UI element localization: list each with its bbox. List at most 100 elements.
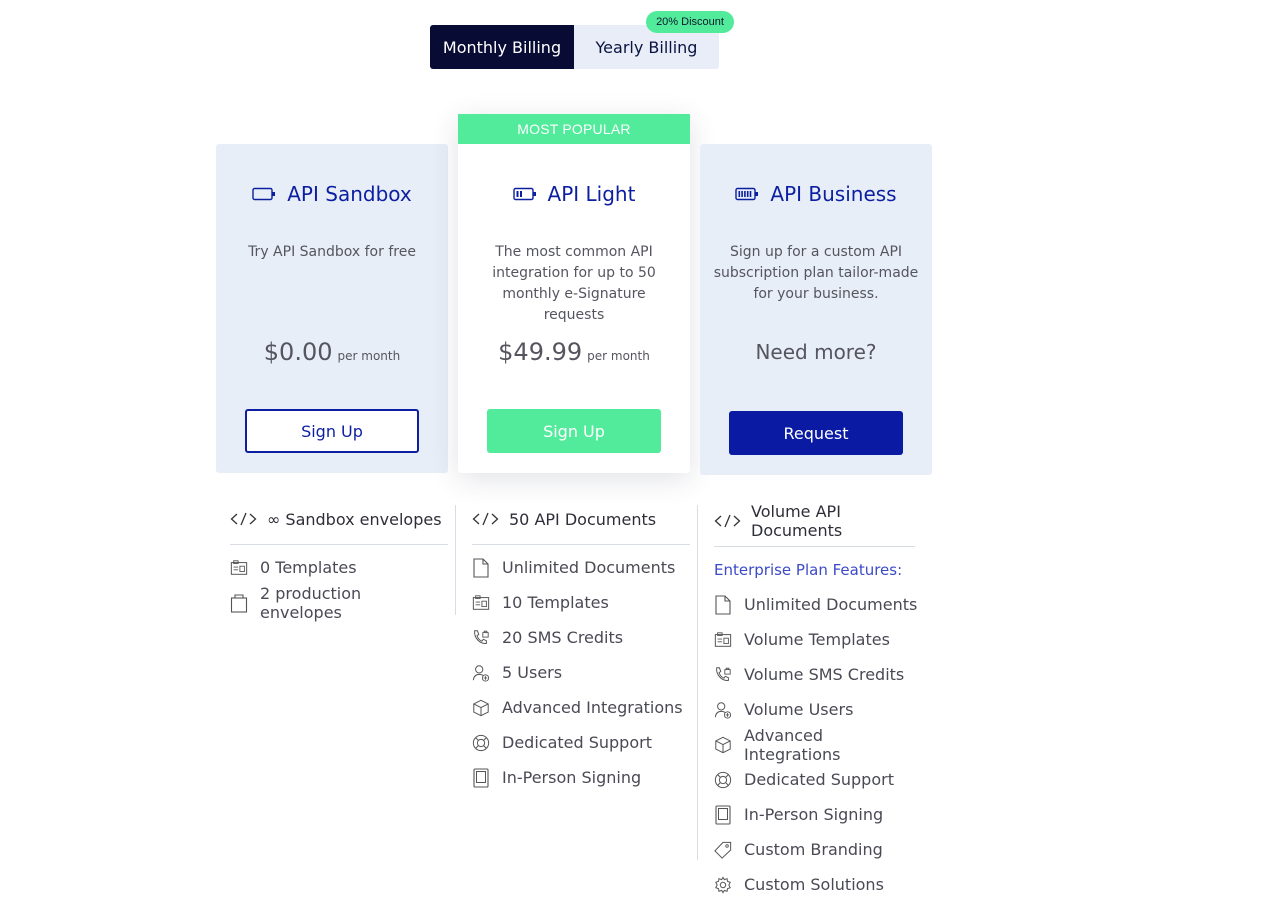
plan-card-light: MOST POPULAR API Light The most common A… bbox=[458, 114, 690, 473]
discount-badge: 20% Discount bbox=[646, 11, 734, 33]
plan-description: The most common API integration for up t… bbox=[492, 244, 656, 323]
battery-empty-icon bbox=[252, 184, 276, 204]
list-item: Volume Templates bbox=[714, 622, 924, 657]
feature-headline-text: 50 API Documents bbox=[509, 509, 657, 529]
feature-label: Unlimited Documents bbox=[744, 595, 918, 614]
divider bbox=[714, 546, 915, 547]
list-item: Unlimited Documents bbox=[714, 587, 924, 622]
templates-icon bbox=[472, 593, 490, 613]
list-item: In-Person Signing bbox=[472, 760, 690, 795]
list-item: Custom Branding bbox=[714, 832, 924, 867]
most-popular-banner: MOST POPULAR bbox=[458, 114, 690, 144]
list-item: 20 SMS Credits bbox=[472, 620, 690, 655]
plan-title-sandbox: API Sandbox bbox=[216, 182, 448, 206]
feature-label: Unlimited Documents bbox=[502, 558, 676, 577]
list-item: In-Person Signing bbox=[714, 797, 924, 832]
lifebuoy-icon bbox=[714, 770, 732, 790]
plan-name: API Sandbox bbox=[287, 182, 412, 206]
tablet-icon bbox=[472, 767, 490, 788]
feature-label: Advanced Integrations bbox=[502, 698, 683, 717]
code-icon bbox=[714, 511, 741, 531]
feature-label: 2 production envelopes bbox=[260, 583, 362, 622]
list-item: 2 production envelopes bbox=[230, 583, 448, 622]
feature-headline: ∞ Sandbox envelopes bbox=[230, 504, 448, 534]
column-divider bbox=[455, 505, 456, 615]
plan-card-business: API Business Sign up for a custom API su… bbox=[700, 144, 932, 475]
cube-icon bbox=[472, 698, 490, 718]
plan-title-light: API Light bbox=[458, 182, 690, 206]
column-divider bbox=[697, 505, 698, 860]
price-period: per month bbox=[337, 349, 401, 363]
feature-label: Dedicated Support bbox=[502, 733, 652, 752]
plan-name: API Business bbox=[770, 182, 897, 206]
cube-icon bbox=[714, 735, 732, 755]
sandbox-sign-up-button[interactable]: Sign Up bbox=[245, 409, 419, 453]
feature-label: Dedicated Support bbox=[744, 770, 894, 789]
envelope-bag-icon bbox=[230, 593, 248, 613]
plan-description: Try API Sandbox for free bbox=[248, 244, 416, 260]
feature-label: In-Person Signing bbox=[502, 768, 642, 787]
user-add-icon bbox=[472, 663, 490, 683]
list-item: Advanced Integrations bbox=[714, 725, 924, 764]
phone-lock-icon bbox=[472, 628, 490, 648]
feature-label: Custom Solutions bbox=[744, 875, 884, 894]
list-item: Dedicated Support bbox=[714, 762, 924, 797]
feature-list: Unlimited Documents Volume Templates Vol… bbox=[714, 587, 924, 902]
feature-headline: 50 API Documents bbox=[472, 504, 690, 534]
feature-headline-text: ∞ Sandbox envelopes bbox=[267, 509, 442, 529]
document-icon bbox=[472, 557, 490, 578]
need-more-text: Need more? bbox=[755, 340, 877, 364]
list-item: 10 Templates bbox=[472, 585, 690, 620]
divider bbox=[472, 544, 690, 545]
list-item: Volume SMS Credits bbox=[714, 657, 924, 692]
feature-label: Volume Users bbox=[744, 700, 854, 719]
features-sandbox: ∞ Sandbox envelopes 0 Templates 2 produc… bbox=[230, 504, 448, 622]
plan-card-sandbox: API Sandbox Try API Sandbox for free $0.… bbox=[216, 144, 448, 473]
feature-label: Advanced Integrations bbox=[744, 725, 841, 764]
price-amount: $0.00 bbox=[263, 338, 333, 366]
plan-description: Sign up for a custom API subscription pl… bbox=[713, 244, 919, 302]
features-business: Volume API Documents Enterprise Plan Fea… bbox=[714, 502, 924, 902]
request-button[interactable]: Request bbox=[729, 411, 903, 455]
light-sign-up-button[interactable]: Sign Up bbox=[487, 409, 661, 453]
list-item: 5 Users bbox=[472, 655, 690, 690]
list-item: Custom Solutions bbox=[714, 867, 924, 902]
feature-list: 0 Templates 2 production envelopes bbox=[230, 550, 448, 622]
user-add-icon bbox=[714, 700, 732, 720]
features-light: 50 API Documents Unlimited Documents 10 … bbox=[472, 504, 690, 795]
lifebuoy-icon bbox=[472, 733, 490, 753]
plan-price: $49.99 per month bbox=[458, 338, 690, 366]
feature-label: Custom Branding bbox=[744, 840, 883, 859]
phone-lock-icon bbox=[714, 665, 732, 685]
tag-icon bbox=[714, 840, 732, 860]
plan-price: $0.00 per month bbox=[216, 338, 448, 366]
code-icon bbox=[472, 509, 499, 529]
feature-headline: Volume API Documents bbox=[714, 502, 924, 540]
price-amount: $49.99 bbox=[498, 338, 583, 366]
feature-headline-text: Volume API Documents bbox=[751, 502, 843, 540]
feature-label: 5 Users bbox=[502, 663, 563, 682]
list-item: Unlimited Documents bbox=[472, 550, 690, 585]
list-item: Volume Users bbox=[714, 692, 924, 727]
list-item: 0 Templates bbox=[230, 550, 448, 585]
plan-name: API Light bbox=[547, 182, 636, 206]
document-icon bbox=[714, 594, 732, 615]
feature-label: 0 Templates bbox=[260, 558, 357, 577]
tablet-icon bbox=[714, 804, 732, 825]
feature-list: Unlimited Documents 10 Templates 20 SMS … bbox=[472, 550, 690, 795]
feature-label: Volume SMS Credits bbox=[744, 665, 905, 684]
gear-icon bbox=[714, 875, 732, 895]
feature-label: 20 SMS Credits bbox=[502, 628, 624, 647]
monthly-billing-button[interactable]: Monthly Billing bbox=[430, 25, 574, 69]
feature-label: Volume Templates bbox=[744, 630, 890, 649]
price-period: per month bbox=[587, 349, 650, 363]
plan-title-business: API Business bbox=[700, 182, 932, 206]
enterprise-features-label: Enterprise Plan Features: bbox=[714, 561, 903, 579]
battery-full-icon bbox=[735, 184, 759, 204]
list-item: Dedicated Support bbox=[472, 725, 690, 760]
code-icon bbox=[230, 509, 257, 529]
feature-label: 10 Templates bbox=[502, 593, 609, 612]
templates-icon bbox=[230, 558, 248, 578]
templates-icon bbox=[714, 630, 732, 650]
battery-low-icon bbox=[512, 184, 537, 204]
